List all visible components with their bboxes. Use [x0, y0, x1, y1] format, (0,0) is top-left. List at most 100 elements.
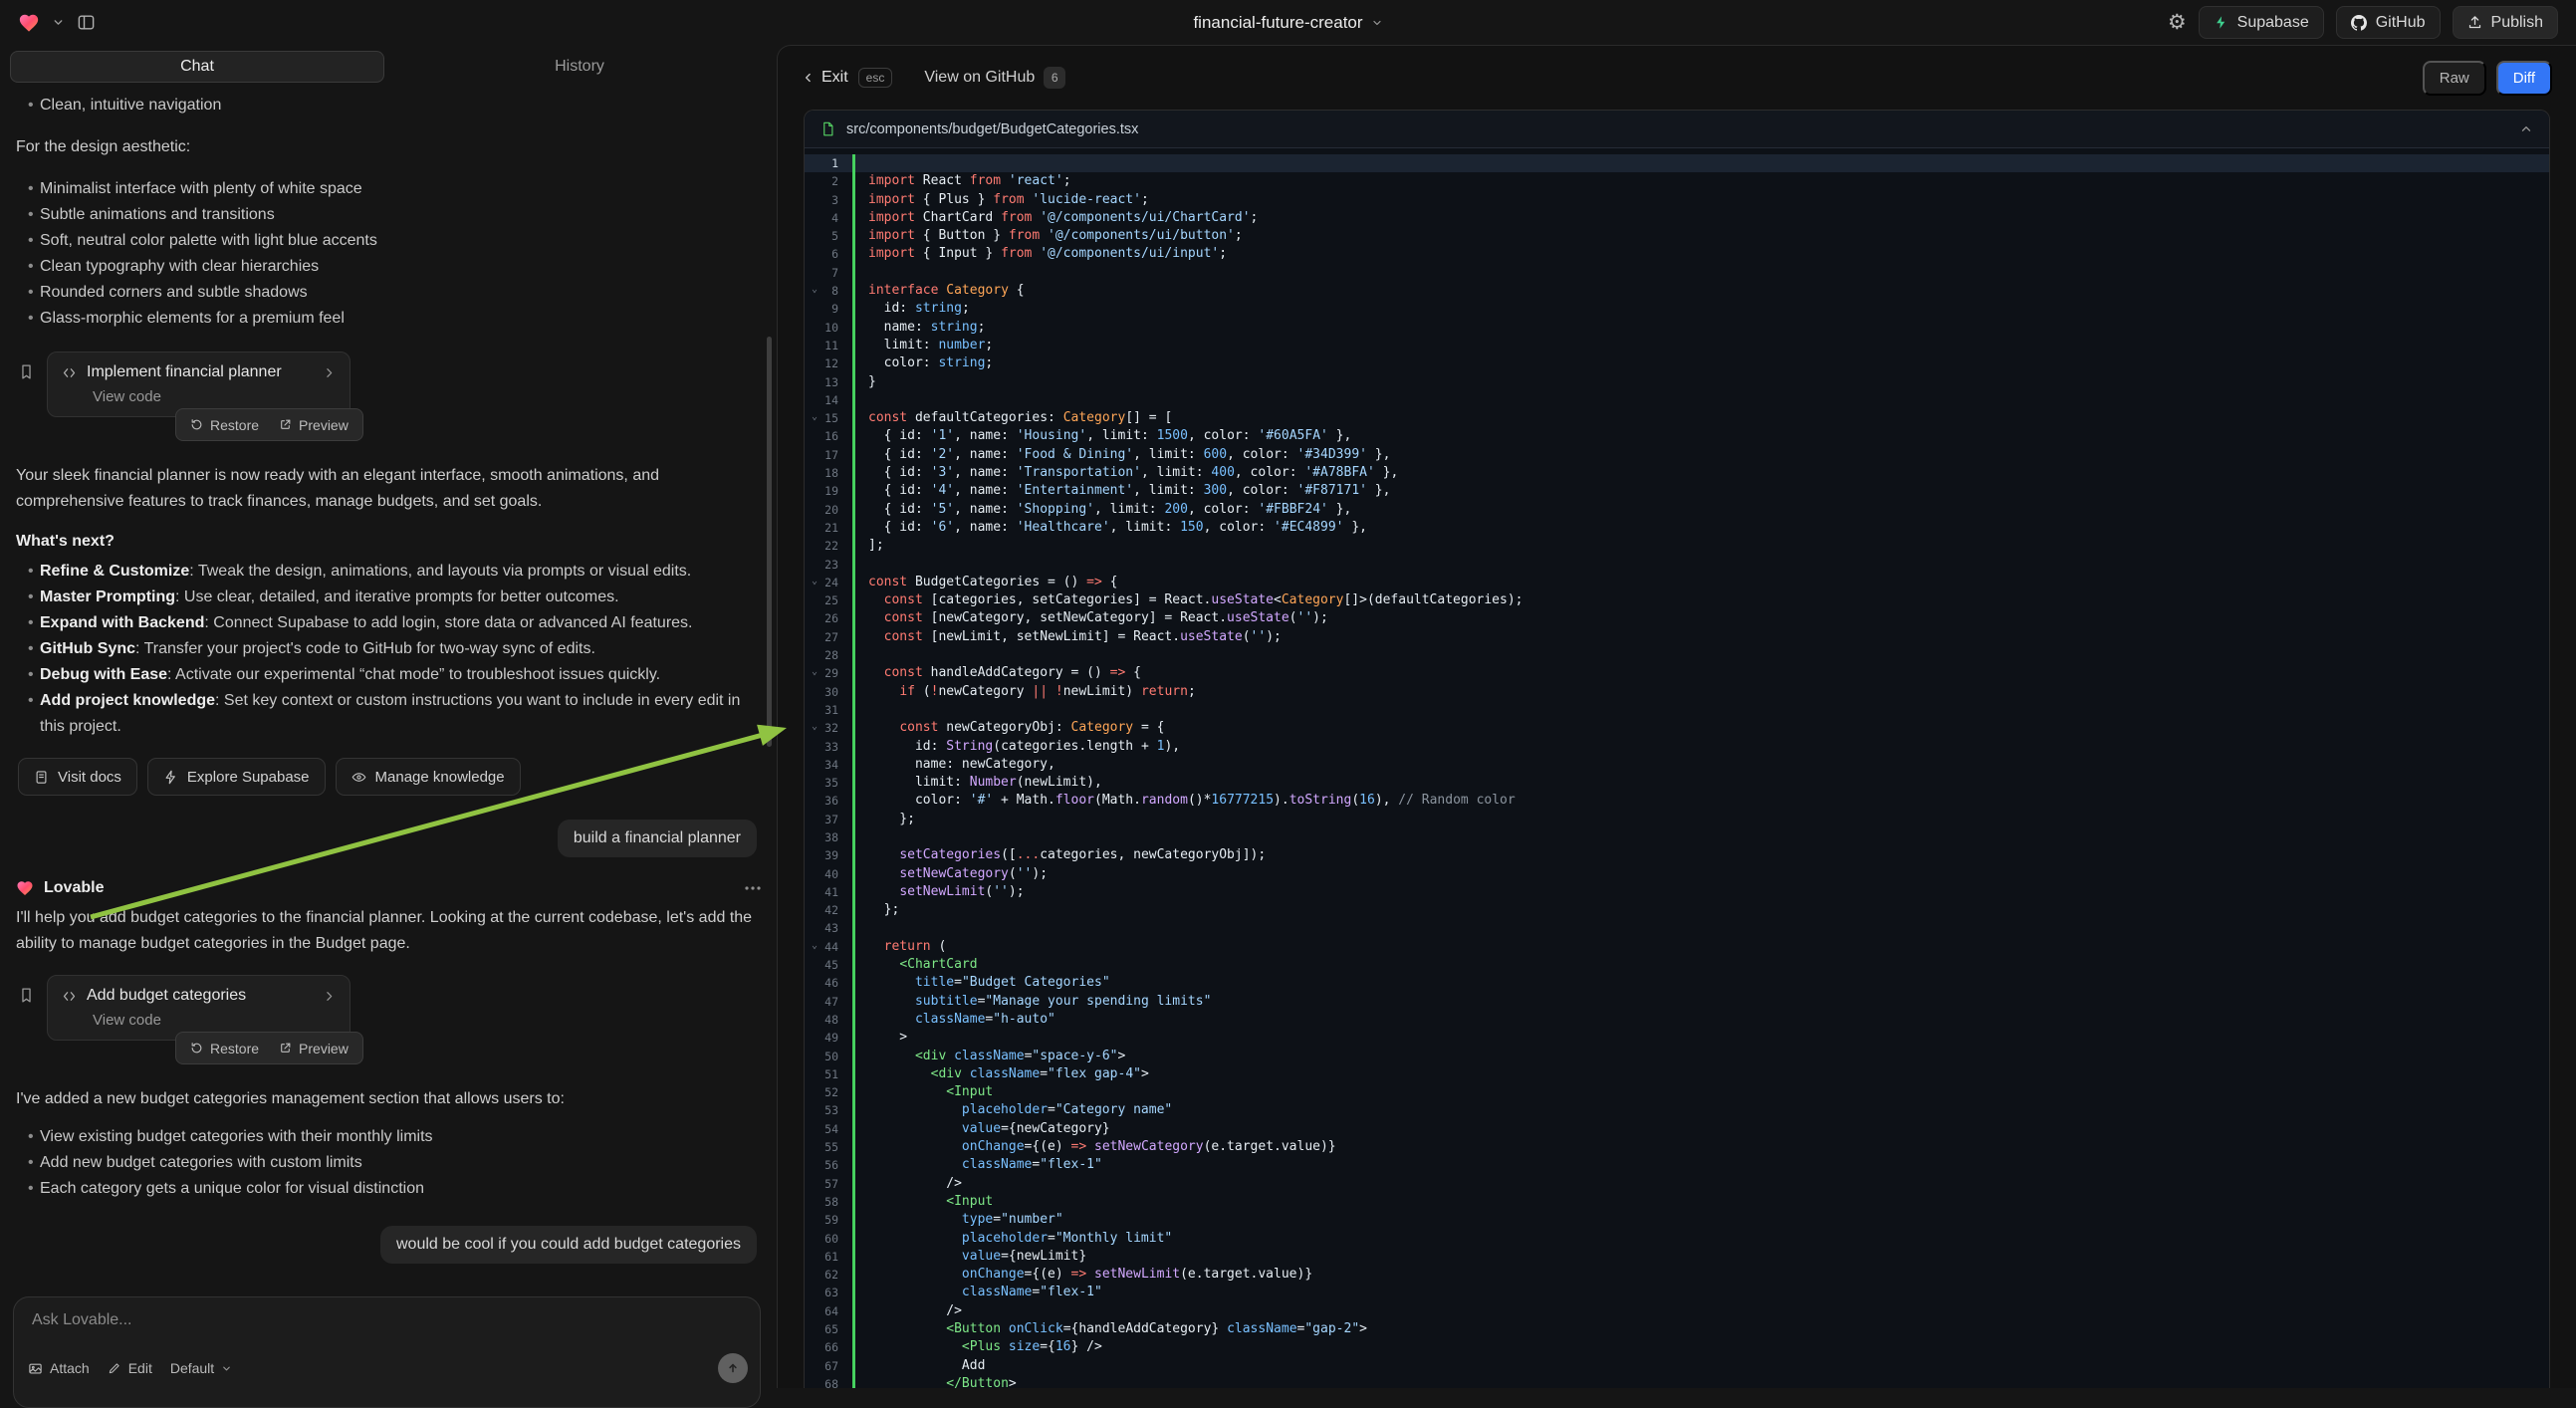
line-number: 60 [805, 1230, 852, 1248]
lovable-logo-icon[interactable] [18, 12, 40, 34]
code-line: 18 { id: '3', name: 'Transportation', li… [805, 464, 2549, 482]
publish-button[interactable]: Publish [2453, 6, 2558, 39]
card-hover-toolbar: Restore Preview [175, 1032, 363, 1064]
pencil-icon [108, 1361, 121, 1375]
user-message-bubble: would be cool if you could add budget ca… [380, 1226, 757, 1264]
code-line: 55 onChange={(e) => setNewCategory(e.tar… [805, 1138, 2549, 1156]
github-button[interactable]: GitHub [2336, 6, 2441, 39]
fold-chevron-icon[interactable]: ⌄ [812, 718, 818, 736]
preview-button[interactable]: Preview [269, 1033, 358, 1063]
line-number: 38 [805, 828, 852, 846]
arrow-up-icon [726, 1361, 740, 1375]
external-link-icon [279, 418, 292, 431]
line-number: 20 [805, 501, 852, 519]
model-selector[interactable]: Default [170, 1360, 232, 1376]
exit-button[interactable]: Exit [802, 69, 848, 87]
diff-toggle-button[interactable]: Diff [2496, 61, 2552, 96]
chevron-down-icon[interactable] [52, 16, 65, 29]
bullet-icon: • [28, 280, 40, 306]
code-line: 47 subtitle="Manage your spending limits… [805, 993, 2549, 1011]
preview-button[interactable]: Preview [269, 409, 358, 440]
restore-icon [190, 418, 203, 431]
send-button[interactable] [718, 1353, 748, 1383]
add-budget-categories-card[interactable]: Add budget categories View code Restore [47, 975, 351, 1041]
supabase-button[interactable]: Supabase [2199, 6, 2324, 39]
line-number: 34 [805, 756, 852, 774]
list-item: • Add project knowledge: Set key context… [16, 688, 761, 740]
attach-image-icon [28, 1361, 43, 1376]
code-line: 15⌄const defaultCategories: Category[] =… [805, 409, 2549, 427]
line-number: 27 [805, 628, 852, 646]
line-number: 63 [805, 1284, 852, 1301]
line-number: 16 [805, 427, 852, 445]
line-number: 48 [805, 1011, 852, 1029]
line-number: 13 [805, 373, 852, 391]
list-item: • Refine & Customize: Tweak the design, … [16, 559, 761, 585]
file-path: src/components/budget/BudgetCategories.t… [846, 121, 1138, 137]
code-line: 38 [805, 828, 2549, 846]
attach-button[interactable]: Attach [28, 1360, 90, 1376]
code-line: 59 type="number" [805, 1211, 2549, 1229]
chat-panel: Chat History • Clean, intuitive navigati… [0, 45, 777, 1388]
manage-knowledge-button[interactable]: Manage knowledge [336, 758, 521, 796]
tab-history[interactable]: History [392, 51, 767, 83]
line-number: 5 [805, 227, 852, 245]
explore-supabase-button[interactable]: Explore Supabase [147, 758, 326, 796]
line-number: 14 [805, 391, 852, 409]
code-line: 54 value={newCategory} [805, 1120, 2549, 1138]
raw-toggle-button[interactable]: Raw [2423, 61, 2486, 96]
fold-chevron-icon[interactable]: ⌄ [812, 663, 818, 681]
line-number: 45 [805, 956, 852, 974]
bookmark-icon[interactable] [18, 363, 35, 380]
line-number: 29⌄ [805, 664, 852, 682]
chat-scrollbar[interactable] [767, 337, 772, 747]
file-header[interactable]: src/components/budget/BudgetCategories.t… [805, 111, 2549, 148]
line-number: 65 [805, 1320, 852, 1338]
list-item: • Add new budget categories with custom … [16, 1150, 761, 1176]
project-name: financial-future-creator [1193, 13, 1362, 33]
code-lines[interactable]: 12import React from 'react';3import { Pl… [805, 148, 2549, 1388]
fold-chevron-icon[interactable]: ⌄ [812, 573, 818, 590]
chat-scroll-area[interactable]: • Clean, intuitive navigation For the de… [0, 89, 777, 1296]
view-code-link[interactable]: View code [62, 1012, 336, 1029]
chevron-down-icon [221, 1363, 232, 1374]
fold-chevron-icon[interactable]: ⌄ [812, 937, 818, 955]
collapse-chevron-up-icon[interactable] [2519, 122, 2533, 136]
code-line: 46 title="Budget Categories" [805, 974, 2549, 992]
more-options-icon[interactable] [745, 886, 761, 890]
line-number: 66 [805, 1338, 852, 1356]
code-line: 57 /> [805, 1175, 2549, 1193]
code-line: 64 /> [805, 1302, 2549, 1320]
code-line: 2import React from 'react'; [805, 172, 2549, 190]
restore-button[interactable]: Restore [180, 1033, 269, 1063]
assistant-name: Lovable [44, 879, 104, 897]
upload-icon [2467, 15, 2482, 30]
view-code-link[interactable]: View code [62, 388, 336, 405]
bullet-icon: • [28, 254, 40, 280]
visit-docs-button[interactable]: Visit docs [18, 758, 137, 796]
fold-chevron-icon[interactable]: ⌄ [812, 408, 818, 426]
list-item: • Soft, neutral color palette with light… [16, 228, 761, 254]
restore-button[interactable]: Restore [180, 409, 269, 440]
view-on-github-link[interactable]: View on GitHub 6 [924, 67, 1065, 89]
chat-input[interactable] [32, 1311, 742, 1329]
sidebar-toggle-icon[interactable] [77, 13, 96, 32]
line-number: 3 [805, 191, 852, 209]
settings-gear-icon[interactable]: ⚙ [2168, 12, 2187, 33]
code-line: 62 onChange={(e) => setNewLimit(e.target… [805, 1266, 2549, 1284]
fold-chevron-icon[interactable]: ⌄ [812, 281, 818, 299]
tab-chat[interactable]: Chat [10, 51, 384, 83]
implement-financial-planner-card[interactable]: Implement financial planner View code Re… [47, 352, 351, 417]
edit-mode-button[interactable]: Edit [108, 1360, 152, 1376]
line-number: 42 [805, 901, 852, 919]
code-line: 14 [805, 391, 2549, 409]
line-number: 41 [805, 883, 852, 901]
bookmark-icon[interactable] [18, 987, 35, 1004]
line-number: 58 [805, 1193, 852, 1211]
line-number: 49 [805, 1029, 852, 1047]
project-menu[interactable]: financial-future-creator [1193, 0, 1382, 45]
knowledge-eye-icon [351, 770, 366, 785]
docs-icon [34, 770, 49, 785]
code-line: 68 </Button> [805, 1375, 2549, 1388]
assistant-header: Lovable [16, 879, 761, 897]
